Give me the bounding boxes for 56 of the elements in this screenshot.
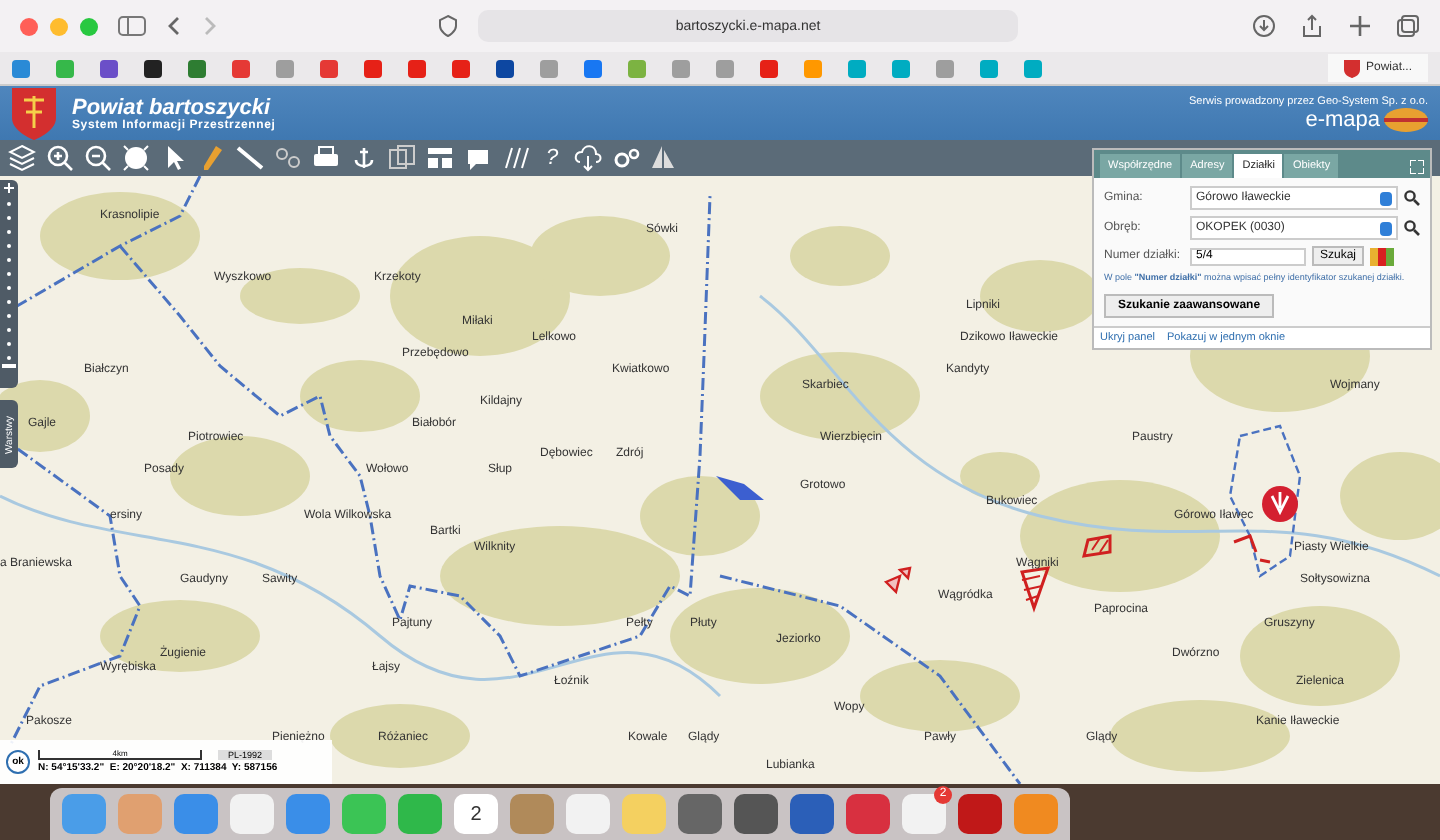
plus-icon[interactable] xyxy=(1348,14,1372,38)
app-icon[interactable] xyxy=(958,794,1002,834)
layout-icon[interactable] xyxy=(426,144,454,172)
pencil-icon[interactable] xyxy=(198,144,226,172)
parcel-shape xyxy=(1020,566,1051,613)
emblem-marker xyxy=(1262,486,1298,522)
app-icon[interactable]: 2 xyxy=(454,794,498,834)
bookmark-icon[interactable] xyxy=(496,59,514,77)
copy-icon[interactable] xyxy=(388,144,416,172)
color-swatch[interactable] xyxy=(1378,247,1387,265)
app-icon[interactable] xyxy=(286,794,330,834)
globe-icon xyxy=(1384,107,1428,131)
shield-icon[interactable] xyxy=(438,14,458,38)
download-icon[interactable] xyxy=(1252,14,1276,38)
app-icon[interactable] xyxy=(846,794,890,834)
search-icon[interactable] xyxy=(1404,220,1420,236)
back-icon[interactable] xyxy=(166,16,182,36)
sailboat-icon[interactable] xyxy=(650,144,678,172)
bookmark-icon[interactable] xyxy=(144,59,162,77)
tabs-icon[interactable] xyxy=(1396,14,1420,38)
app-icon[interactable] xyxy=(790,794,834,834)
anchor-icon[interactable] xyxy=(350,144,378,172)
forest-area xyxy=(330,704,470,768)
parcel-shape xyxy=(1082,534,1112,558)
share-icon[interactable] xyxy=(1300,14,1324,38)
print-icon[interactable] xyxy=(312,144,340,172)
parcel-shape xyxy=(883,566,912,595)
app-icon[interactable] xyxy=(174,794,218,834)
zoom-out-icon[interactable] xyxy=(84,144,112,172)
ruler-icon[interactable] xyxy=(236,144,264,172)
speech-bubble-icon[interactable] xyxy=(464,144,492,172)
sidebar-icon[interactable] xyxy=(118,16,146,36)
full-extent-icon[interactable] xyxy=(122,144,150,172)
zoom-slider[interactable] xyxy=(0,180,18,388)
crest-icon xyxy=(12,87,56,139)
help-button[interactable]: ? xyxy=(540,146,564,170)
lake-shape xyxy=(716,476,764,500)
site-title: Powiat bartoszycki xyxy=(72,95,273,119)
search-icon[interactable] xyxy=(1404,190,1420,206)
zoom-in-icon[interactable] xyxy=(46,144,74,172)
cloud-download-icon[interactable] xyxy=(574,144,602,172)
color-swatch[interactable] xyxy=(1386,247,1395,265)
dropdown-icon xyxy=(1380,221,1392,235)
app-icon[interactable] xyxy=(678,794,722,834)
brand-logo-text: e-mapa xyxy=(1305,107,1380,131)
color-swatch[interactable] xyxy=(1370,247,1379,265)
parcel-shape xyxy=(1232,534,1272,564)
zoom-thumb[interactable] xyxy=(2,363,16,368)
layers-icon[interactable] xyxy=(8,144,36,172)
hatch-icon[interactable] xyxy=(502,144,530,172)
crest-icon xyxy=(1343,59,1360,77)
dropdown-icon xyxy=(1380,191,1392,205)
maximize-icon[interactable] xyxy=(1410,159,1424,173)
app-icon[interactable] xyxy=(734,794,778,834)
forest-area xyxy=(790,226,890,286)
forest-area xyxy=(1340,452,1440,540)
